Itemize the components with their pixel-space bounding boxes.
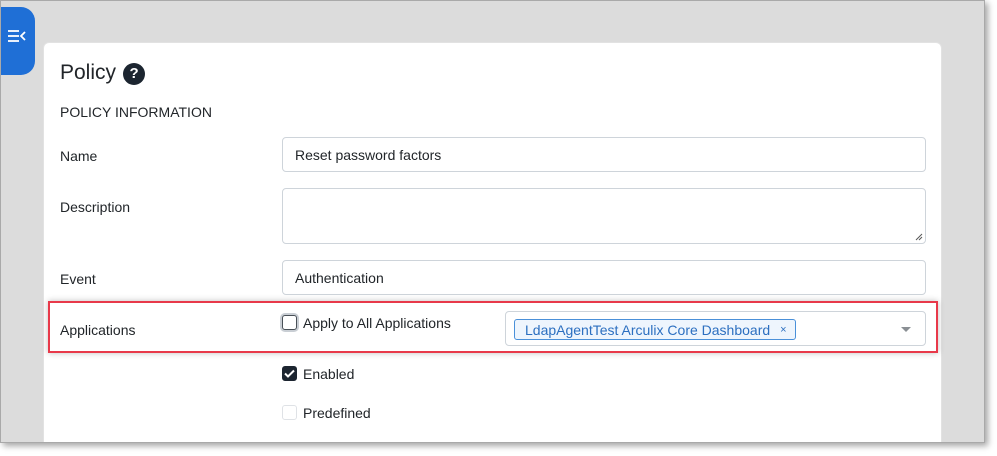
apply-all-checkbox[interactable]	[282, 315, 297, 330]
name-input-value: Reset password factors	[295, 146, 442, 163]
predefined-checkbox	[282, 405, 297, 420]
application-tag-label: LdapAgentTest Arculix Core Dashboard	[525, 321, 771, 338]
description-label: Description	[60, 199, 131, 215]
question-icon[interactable]: ?	[123, 62, 146, 85]
name-label: Name	[60, 148, 98, 164]
name-input[interactable]: Reset password factors	[282, 137, 926, 172]
applications-multiselect[interactable]: LdapAgentTest Arculix Core Dashboard ×	[505, 311, 926, 346]
tag-remove-icon[interactable]: ×	[780, 324, 786, 336]
event-input[interactable]: Authentication	[282, 260, 926, 295]
title-row: Policy ?	[60, 61, 146, 85]
apply-all-label[interactable]: Apply to All Applications	[303, 315, 451, 331]
resize-grip-icon[interactable]	[915, 233, 923, 241]
application-tag: LdapAgentTest Arculix Core Dashboard ×	[514, 319, 796, 340]
page-title: Policy	[60, 61, 117, 84]
enabled-checkbox[interactable]	[282, 366, 297, 381]
checkmark-icon	[284, 369, 295, 378]
description-textarea[interactable]	[282, 188, 926, 244]
predefined-label: Predefined	[303, 405, 371, 421]
chevron-down-icon[interactable]	[901, 327, 911, 332]
applications-label: Applications	[60, 322, 136, 338]
section-heading: POLICY INFORMATION	[60, 104, 212, 120]
sidebar-toggle-button[interactable]	[1, 7, 35, 75]
event-input-value: Authentication	[295, 269, 384, 286]
policy-card: Policy ? POLICY INFORMATION Name Reset p…	[43, 42, 942, 442]
menu-collapse-icon	[7, 29, 27, 48]
app-window: Policy ? POLICY INFORMATION Name Reset p…	[0, 0, 985, 443]
enabled-label[interactable]: Enabled	[303, 366, 354, 382]
event-label: Event	[60, 271, 96, 287]
